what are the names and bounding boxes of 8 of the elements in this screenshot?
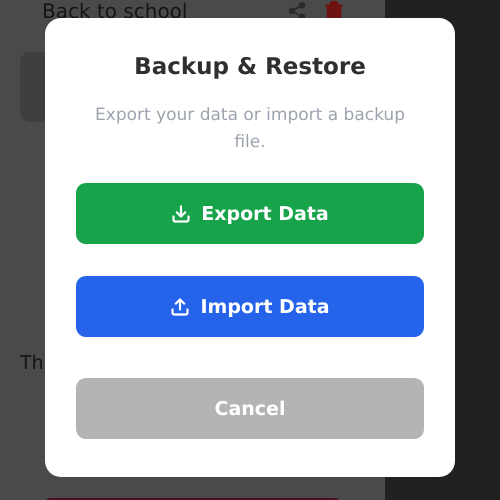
dialog-title: Backup & Restore	[134, 54, 366, 80]
upload-icon	[170, 296, 190, 316]
download-icon	[171, 204, 192, 224]
cancel-button[interactable]: Cancel	[76, 378, 424, 439]
share-icon[interactable]	[287, 1, 307, 21]
dialog-message: Export your data or import a backup file.	[94, 104, 406, 154]
export-button[interactable]: Export Data	[76, 183, 424, 244]
import-button[interactable]: Import Data	[76, 276, 424, 337]
